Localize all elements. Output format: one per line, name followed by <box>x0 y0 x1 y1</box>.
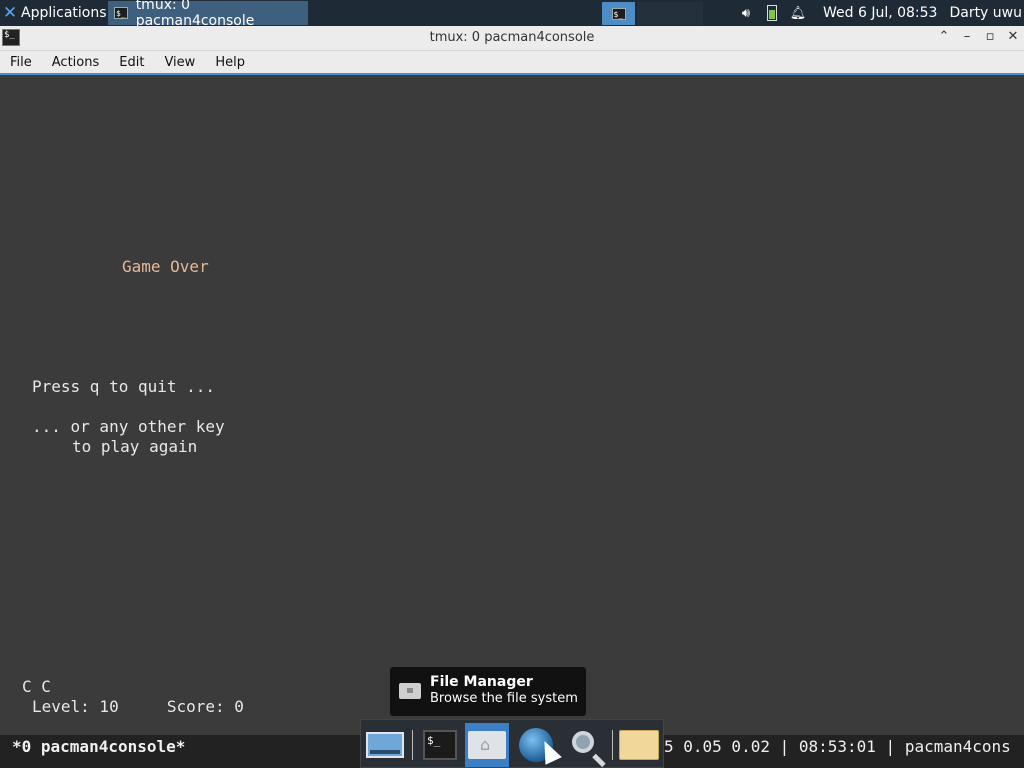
chevron-up-icon[interactable]: ⌃ <box>934 29 954 47</box>
menu-help[interactable]: Help <box>205 55 255 70</box>
menu-file[interactable]: File <box>0 55 42 70</box>
menu-view[interactable]: View <box>154 55 205 70</box>
close-icon[interactable]: ✕ <box>1003 29 1023 47</box>
menu-actions[interactable]: Actions <box>42 55 110 70</box>
battery-icon[interactable] <box>762 3 782 23</box>
tooltip-title: File Manager <box>430 674 533 690</box>
menu-edit[interactable]: Edit <box>109 55 154 70</box>
quit-instruction: Press q to quit ... <box>32 377 216 396</box>
clock[interactable]: Wed 6 Jul, 08:53 <box>823 5 937 21</box>
level-score-line: Level: 10 Score: 0 <box>32 697 244 716</box>
terminal-icon: $_ <box>114 7 128 19</box>
tooltip-subtitle: Browse the file system <box>430 691 578 706</box>
terminal-area[interactable]: Game Over Press q to quit ... ... or any… <box>0 73 1024 735</box>
system-tray: 🔊︎ 🔔︎ Wed 6 Jul, 08:53 Darty uwu <box>733 0 1024 26</box>
lives-indicator: C C <box>22 677 51 696</box>
replay-instruction-line2: to play again <box>72 437 198 456</box>
dock-separator <box>612 730 613 760</box>
xfce-logo-icon: ✕ <box>2 3 18 23</box>
window-titlebar[interactable]: $_ tmux: 0 pacman4console ⌃ – ▫ ✕ <box>0 26 1024 51</box>
terminal-icon[interactable]: $_ <box>418 723 462 767</box>
search-icon[interactable] <box>564 723 608 767</box>
notification-bell-icon[interactable]: 🔔︎ <box>788 3 808 23</box>
minimize-icon[interactable]: – <box>957 29 977 47</box>
terminal-icon: $_ <box>611 7 626 20</box>
maximize-icon[interactable]: ▫ <box>980 29 1000 47</box>
taskbar-window-title: tmux: 0 pacman4console <box>135 0 255 29</box>
volume-icon[interactable]: 🔊︎ <box>736 3 756 23</box>
dock: $_ <box>360 719 664 768</box>
workspace-1-button[interactable]: $_ <box>602 2 635 25</box>
user-menu[interactable]: Darty uwu <box>949 5 1022 21</box>
taskbar-window-button[interactable]: $_ tmux: 0 pacman4console <box>108 0 308 29</box>
dock-separator <box>412 730 413 760</box>
applications-label: Applications <box>21 5 107 21</box>
tmux-status-right: 5 0.05 0.02 | 08:53:01 | pacman4cons <box>664 737 1011 756</box>
folder-icon[interactable] <box>617 723 661 767</box>
menubar: File Actions Edit View Help <box>0 51 1024 73</box>
replay-instruction-line1: ... or any other key <box>32 417 225 436</box>
workspace-3-button[interactable] <box>670 2 703 25</box>
file-manager-tooltip: File Manager Browse the file system <box>390 667 586 716</box>
top-panel: ✕ Applications ≡ $_ tmux: 0 pacman4conso… <box>0 0 1024 29</box>
workspace-2-button[interactable] <box>637 2 670 25</box>
file-manager-icon[interactable] <box>465 723 509 767</box>
file-manager-icon <box>399 683 421 699</box>
tmux-window-label[interactable]: *0 pacman4console* <box>12 737 185 756</box>
applications-menu[interactable]: ✕ Applications ≡ <box>0 0 118 26</box>
show-desktop-icon[interactable] <box>363 723 407 767</box>
game-over-text: Game Over <box>122 257 209 276</box>
window-title: tmux: 0 pacman4console <box>429 30 595 45</box>
